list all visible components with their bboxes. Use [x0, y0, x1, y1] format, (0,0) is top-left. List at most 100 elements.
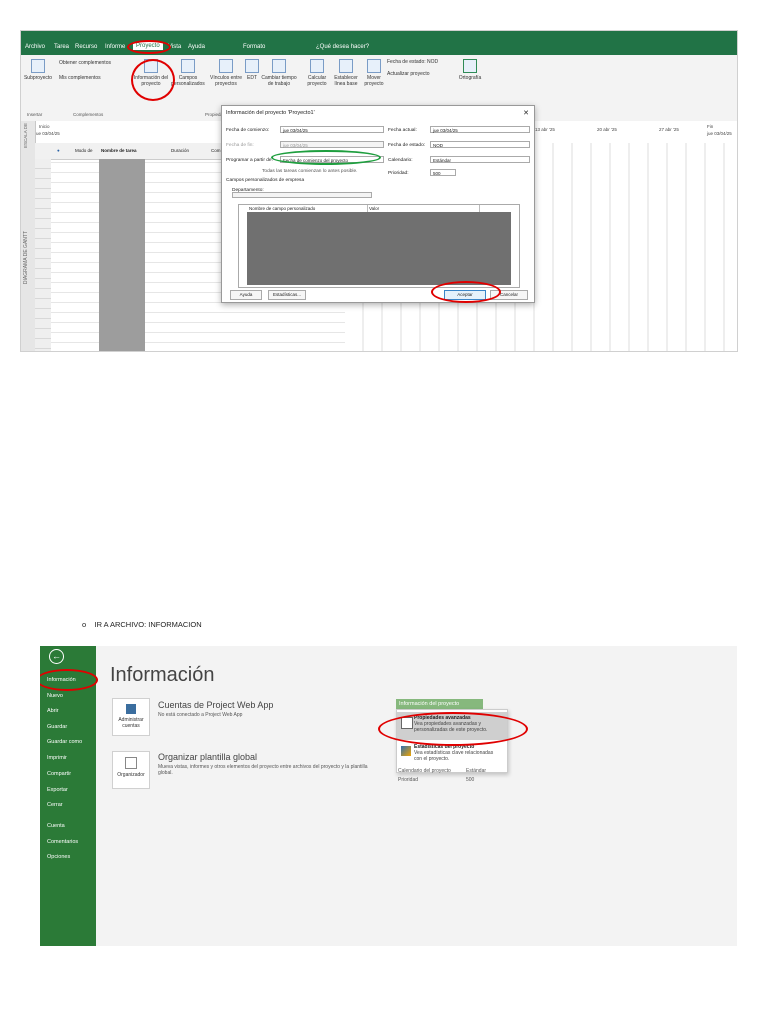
sidebar-item-cuenta[interactable]: Cuenta [47, 823, 65, 829]
organizer-icon [125, 757, 137, 769]
global-template-title: Organizar plantilla global [158, 752, 258, 762]
menu-formato[interactable]: Formato [243, 44, 265, 50]
info-icon: ● [57, 148, 60, 153]
update-project-button[interactable]: Actualizar proyecto [387, 71, 457, 77]
calendar-label: Calendario: [388, 158, 413, 163]
instruction-bullet: o IR A ARCHIVO: INFORMACION [82, 620, 202, 629]
custom-fields-table[interactable]: Nombre de campo personalizado Valor [238, 204, 520, 288]
start-date-label: Fecha de comienzo: [226, 128, 270, 133]
sidebar-item-guardar-como[interactable]: Guardar como [47, 739, 82, 745]
organizer-label: Organizador [117, 772, 145, 778]
sidebar-item-comentarios[interactable]: Comentarios [47, 839, 78, 845]
calendar-select[interactable]: Estándar [430, 156, 530, 163]
department-field[interactable] [232, 192, 372, 198]
sidebar-item-opciones[interactable]: Opciones [47, 854, 70, 860]
schedule-from-label: Programar a partir de: [226, 158, 273, 163]
timeline-side-label: ESCALA DE [23, 123, 28, 149]
sidebar-item-cerrar[interactable]: Cerrar [47, 802, 63, 808]
schedule-note: Todas las tareas comienzan lo antes posi… [262, 169, 358, 174]
get-addins-button[interactable]: Obtener complementos [59, 60, 119, 66]
start-date-field[interactable]: jue 03/04/25 [280, 126, 384, 133]
project-statistics-desc: Vea estadísticas clave relacionadas con … [414, 750, 494, 762]
row-headers [35, 159, 51, 351]
bullet-marker: o [82, 620, 87, 629]
custom-fields-body [247, 212, 511, 285]
tell-me[interactable]: ¿Qué desea hacer? [316, 44, 369, 50]
priority-stepper[interactable]: 500 [430, 169, 456, 176]
title-bar [21, 31, 737, 41]
close-icon[interactable]: ✕ [523, 109, 529, 117]
back-arrow-icon[interactable]: ← [49, 649, 64, 664]
priority-label: Prioridad: [388, 171, 409, 176]
week-label-1: 13 abr '25 [535, 127, 555, 132]
col-task-name[interactable]: Nombre de tarea [101, 148, 137, 153]
timeline-end-date: jue 03/04/25 [707, 131, 732, 136]
account-icon [126, 704, 136, 714]
week-label-2: 20 abr '25 [597, 127, 617, 132]
menu-informe[interactable]: Informe [105, 44, 125, 50]
menu-archivo[interactable]: Archivo [25, 44, 45, 50]
move-project-button[interactable]: Mover proyecto [361, 59, 387, 87]
backstage-sidebar: ← Información Nuevo Abrir Guardar Guarda… [40, 646, 96, 946]
col-duration[interactable]: Duración [171, 148, 189, 153]
change-working-time-button[interactable]: Cambiar tiempo de trabajo [260, 59, 298, 87]
end-date-label: Fecha de fin: [226, 143, 254, 148]
links-button[interactable]: Vínculos entre proyectos [207, 59, 245, 87]
subproject-button[interactable]: Subproyecto [23, 59, 53, 81]
organizer-button[interactable]: Organizador [112, 751, 150, 789]
my-addins-button[interactable]: Mis complementos [59, 75, 119, 81]
spelling-button[interactable]: Ortografía [455, 59, 485, 81]
col-start[interactable]: Com [211, 148, 221, 153]
end-date-field: jue 03/04/25 [280, 141, 384, 148]
highlight-ring [378, 712, 528, 746]
highlight-ring [131, 59, 175, 101]
current-date-field[interactable]: jue 03/04/25 [430, 126, 530, 133]
priority-prop-value: 500 [466, 777, 475, 783]
col-custom-field-value: Valor [367, 205, 480, 212]
global-template-desc: Mueva vistas, informes y otros elementos… [158, 764, 368, 776]
help-button[interactable]: Ayuda [230, 290, 262, 300]
sidebar-item-imprimir[interactable]: Imprimir [47, 755, 67, 761]
menu-ayuda[interactable]: Ayuda [188, 44, 205, 50]
pwa-accounts-title: Cuentas de Project Web App [158, 700, 274, 710]
statistics-button[interactable]: Estadísticas... [268, 290, 306, 300]
current-date-label: Fecha actual: [388, 128, 417, 133]
chart-icon [401, 746, 411, 756]
sidebar-item-abrir[interactable]: Abrir [47, 708, 59, 714]
timeline-start-date: jue 03/04/25 [35, 131, 60, 136]
col-task-mode[interactable]: Modo de [75, 148, 93, 153]
task-name-column[interactable] [99, 159, 145, 351]
priority-prop-label: Prioridad [398, 777, 419, 783]
highlight-ring [431, 281, 501, 303]
gantt-view-label: DIAGRAMA DE GANTT [23, 231, 29, 285]
project-info-menu-button[interactable]: Información del proyecto [396, 699, 483, 709]
backstage-screenshot: ← Información Nuevo Abrir Guardar Guarda… [40, 646, 737, 946]
status-date-label: Fecha de estado: [388, 143, 426, 148]
sidebar-item-nuevo[interactable]: Nuevo [47, 693, 63, 699]
wbs-button[interactable]: EDT [245, 59, 259, 81]
project-screenshot: Archivo Tarea Recurso Informe Proyecto V… [20, 30, 738, 352]
custom-fields-button[interactable]: Campos personalizados [171, 59, 205, 87]
status-date-field[interactable]: Fecha de estado: NOD [387, 59, 457, 65]
manage-accounts-button[interactable]: Administrar cuentas [112, 698, 150, 736]
project-info-dialog: Información del proyecto 'Proyecto1' ✕ F… [221, 105, 535, 303]
group-complementos: Complementos [73, 112, 104, 117]
timeline-start-label: Inicio [39, 124, 50, 129]
menu-tarea[interactable]: Tarea [54, 44, 69, 50]
highlight-ring-green [271, 150, 381, 165]
instruction-text: IR A ARCHIVO: INFORMACION [94, 620, 202, 629]
pwa-accounts-desc: No está conectado a Project Web App [158, 712, 243, 718]
enterprise-fields-label: Campos personalizados de empresa [226, 178, 305, 183]
highlight-ring [127, 40, 171, 54]
manage-accounts-label: Administrar cuentas [118, 717, 144, 729]
week-label-3: 27 abr '25 [659, 127, 679, 132]
set-baseline-button[interactable]: Establecer línea base [331, 59, 361, 87]
calculate-project-button[interactable]: Calcular proyecto [303, 59, 331, 87]
page-title: Información [110, 664, 215, 686]
sidebar-item-exportar[interactable]: Exportar [47, 787, 68, 793]
menu-recurso[interactable]: Recurso [75, 44, 97, 50]
calendar-prop-label: Calendario del proyecto [398, 768, 451, 774]
status-date-field[interactable]: NOD [430, 141, 530, 148]
sidebar-item-guardar[interactable]: Guardar [47, 724, 67, 730]
sidebar-item-compartir[interactable]: Compartir [47, 771, 71, 777]
